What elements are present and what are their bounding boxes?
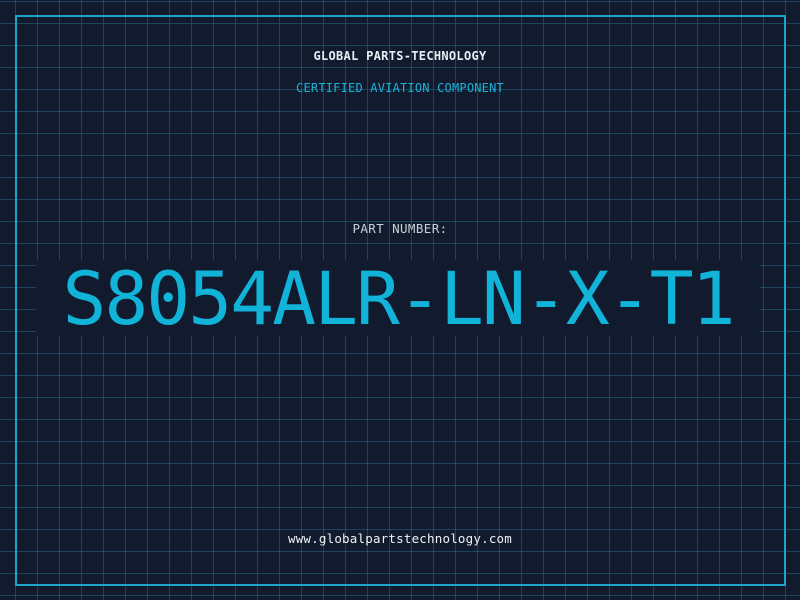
company-name: GLOBAL PARTS-TECHNOLOGY — [313, 49, 487, 63]
part-label-card: GLOBAL PARTS-TECHNOLOGY CERTIFIED AVIATI… — [0, 0, 800, 600]
part-number-panel: S8054ALR-LN-X-T1 — [36, 260, 760, 336]
website-url: www.globalpartstechnology.com — [287, 531, 513, 546]
part-number: S8054ALR-LN-X-T1 — [62, 260, 735, 337]
part-number-label: PART NUMBER: — [352, 221, 448, 236]
certification-text: CERTIFIED AVIATION COMPONENT — [296, 81, 504, 95]
